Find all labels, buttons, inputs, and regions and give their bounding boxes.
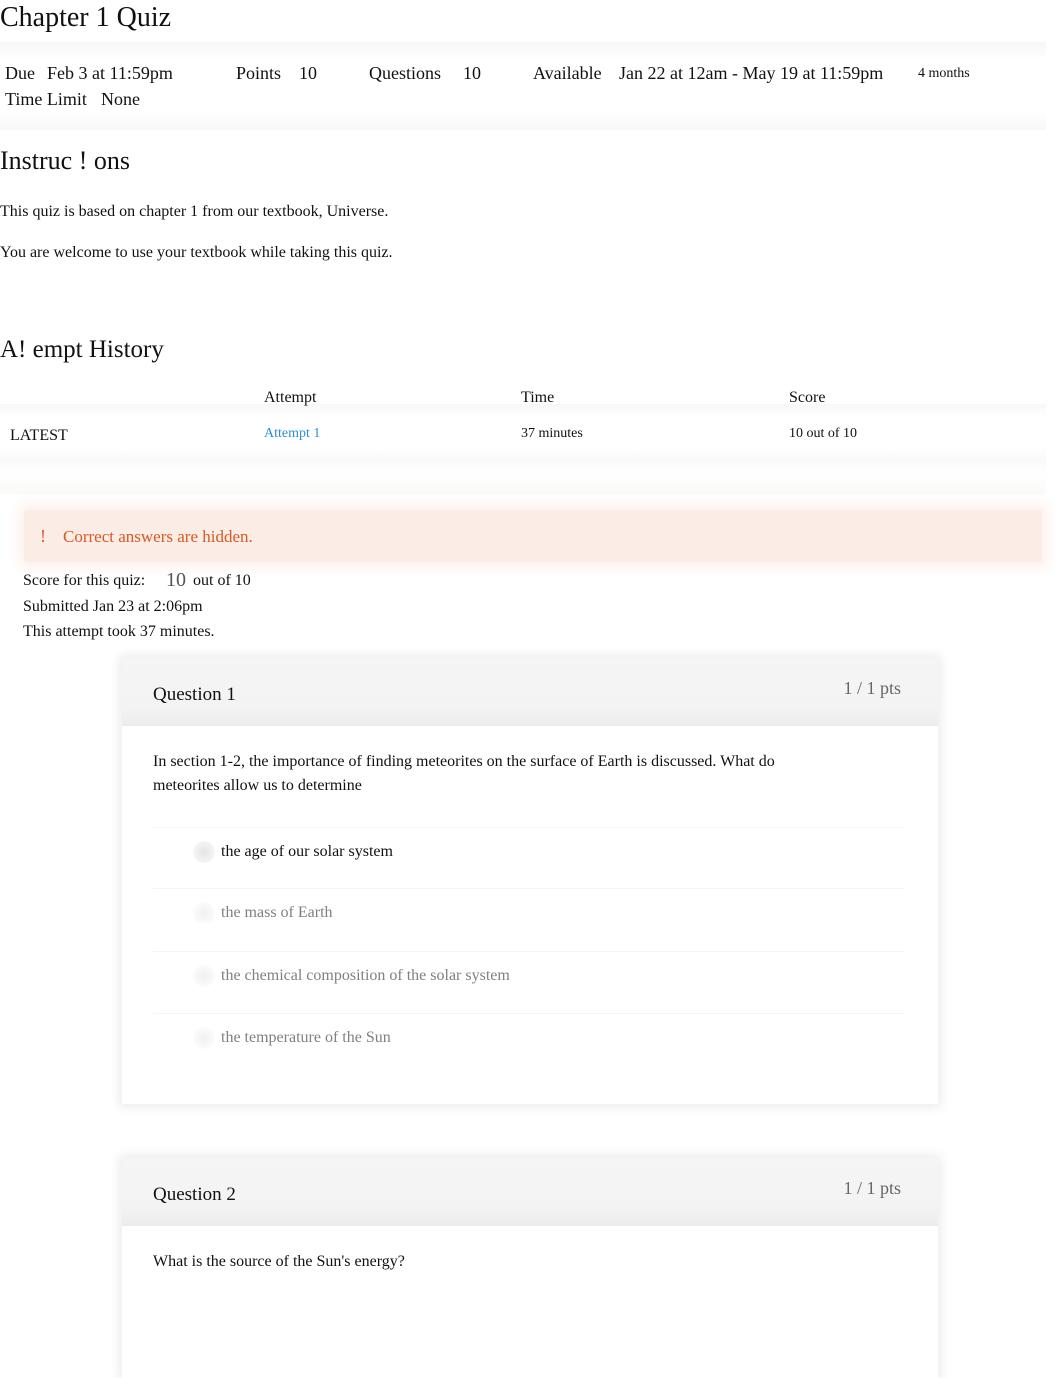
time-limit-value: None <box>101 89 140 109</box>
correct-answers-hidden-alert: ! Correct answers are hidden. <box>24 510 1042 562</box>
radio-icon[interactable] <box>193 1027 215 1049</box>
radio-icon[interactable] <box>193 902 215 924</box>
latest-tag: LATEST <box>10 427 68 444</box>
answer-option[interactable]: the mass of Earth <box>153 888 905 948</box>
time-limit-label: Time Limit <box>5 89 87 109</box>
score-suffix: out of 10 <box>193 572 251 589</box>
answer-divider <box>153 1013 905 1014</box>
column-header-score: Score <box>789 389 826 406</box>
warning-icon: ! <box>40 526 46 546</box>
attempt-score: 10 out of 10 <box>789 426 858 441</box>
question-name: Question 1 <box>153 684 236 705</box>
answer-text: the temperature of the Sun <box>221 1029 391 1046</box>
available-value: Jan 22 at 12am - May 19 at 11:59pm <box>619 63 884 83</box>
question-card: Question 1 1 / 1 pts In section 1-2, the… <box>122 658 938 1104</box>
alert-text: Correct answers are hidden. <box>63 527 253 546</box>
question-text: What is the source of the Sun's energy? <box>153 1253 405 1270</box>
question-name: Question 2 <box>153 1184 236 1205</box>
attempt-history-table <box>0 404 1046 494</box>
score-value: 10 <box>166 569 186 591</box>
score-label: Score for this quiz: <box>23 572 146 589</box>
answer-divider <box>153 827 905 828</box>
column-header-attempt: Attempt <box>264 389 317 406</box>
answer-option[interactable]: the age of our solar system <box>153 827 905 887</box>
question-points: 1 / 1 pts <box>843 678 901 698</box>
answer-text: the chemical composition of the solar sy… <box>221 967 510 984</box>
attempt-link[interactable]: Attempt 1 <box>264 426 320 442</box>
answer-text: the age of our solar system <box>221 843 393 860</box>
answer-option[interactable]: the temperature of the Sun <box>153 1013 905 1073</box>
answer-option[interactable]: the chemical composition of the solar sy… <box>153 951 905 1011</box>
instructions-paragraph: This quiz is based on chapter 1 from our… <box>0 203 389 220</box>
column-header-time: Time <box>521 389 555 406</box>
answer-text: the mass of Earth <box>221 904 333 921</box>
due-label: Due <box>5 63 35 83</box>
points-value: 10 <box>299 63 317 83</box>
question-card: Question 2 1 / 1 pts What is the source … <box>122 1158 938 1378</box>
attempt-duration: This attempt took 37 minutes. <box>23 623 215 640</box>
instructions-paragraph: You are welcome to use your textbook whi… <box>0 244 393 261</box>
question-text: In section 1-2, the importance of findin… <box>153 753 775 794</box>
quiz-details <box>0 42 1046 130</box>
question-header: Question 1 1 / 1 pts <box>122 658 938 726</box>
answer-divider <box>153 888 905 889</box>
questions-label: Questions <box>369 63 441 83</box>
questions-value: 10 <box>463 63 481 83</box>
available-duration: 4 months <box>918 66 970 81</box>
points-label: Points <box>236 63 282 83</box>
radio-icon[interactable] <box>193 965 215 987</box>
attempt-history-heading: A! empt History <box>0 336 164 363</box>
attempt-time: 37 minutes <box>521 426 583 441</box>
question-points: 1 / 1 pts <box>843 1178 901 1198</box>
available-label: Available <box>533 63 602 83</box>
radio-selected-icon[interactable] <box>193 841 215 863</box>
instructions-heading: Instruc ! ons <box>0 146 130 175</box>
submitted-time: Submitted Jan 23 at 2:06pm <box>23 598 203 615</box>
answer-divider <box>153 951 905 952</box>
page-title: Chapter 1 Quiz <box>0 2 172 33</box>
due-value: Feb 3 at 11:59pm <box>47 63 173 83</box>
question-header: Question 2 1 / 1 pts <box>122 1158 938 1226</box>
